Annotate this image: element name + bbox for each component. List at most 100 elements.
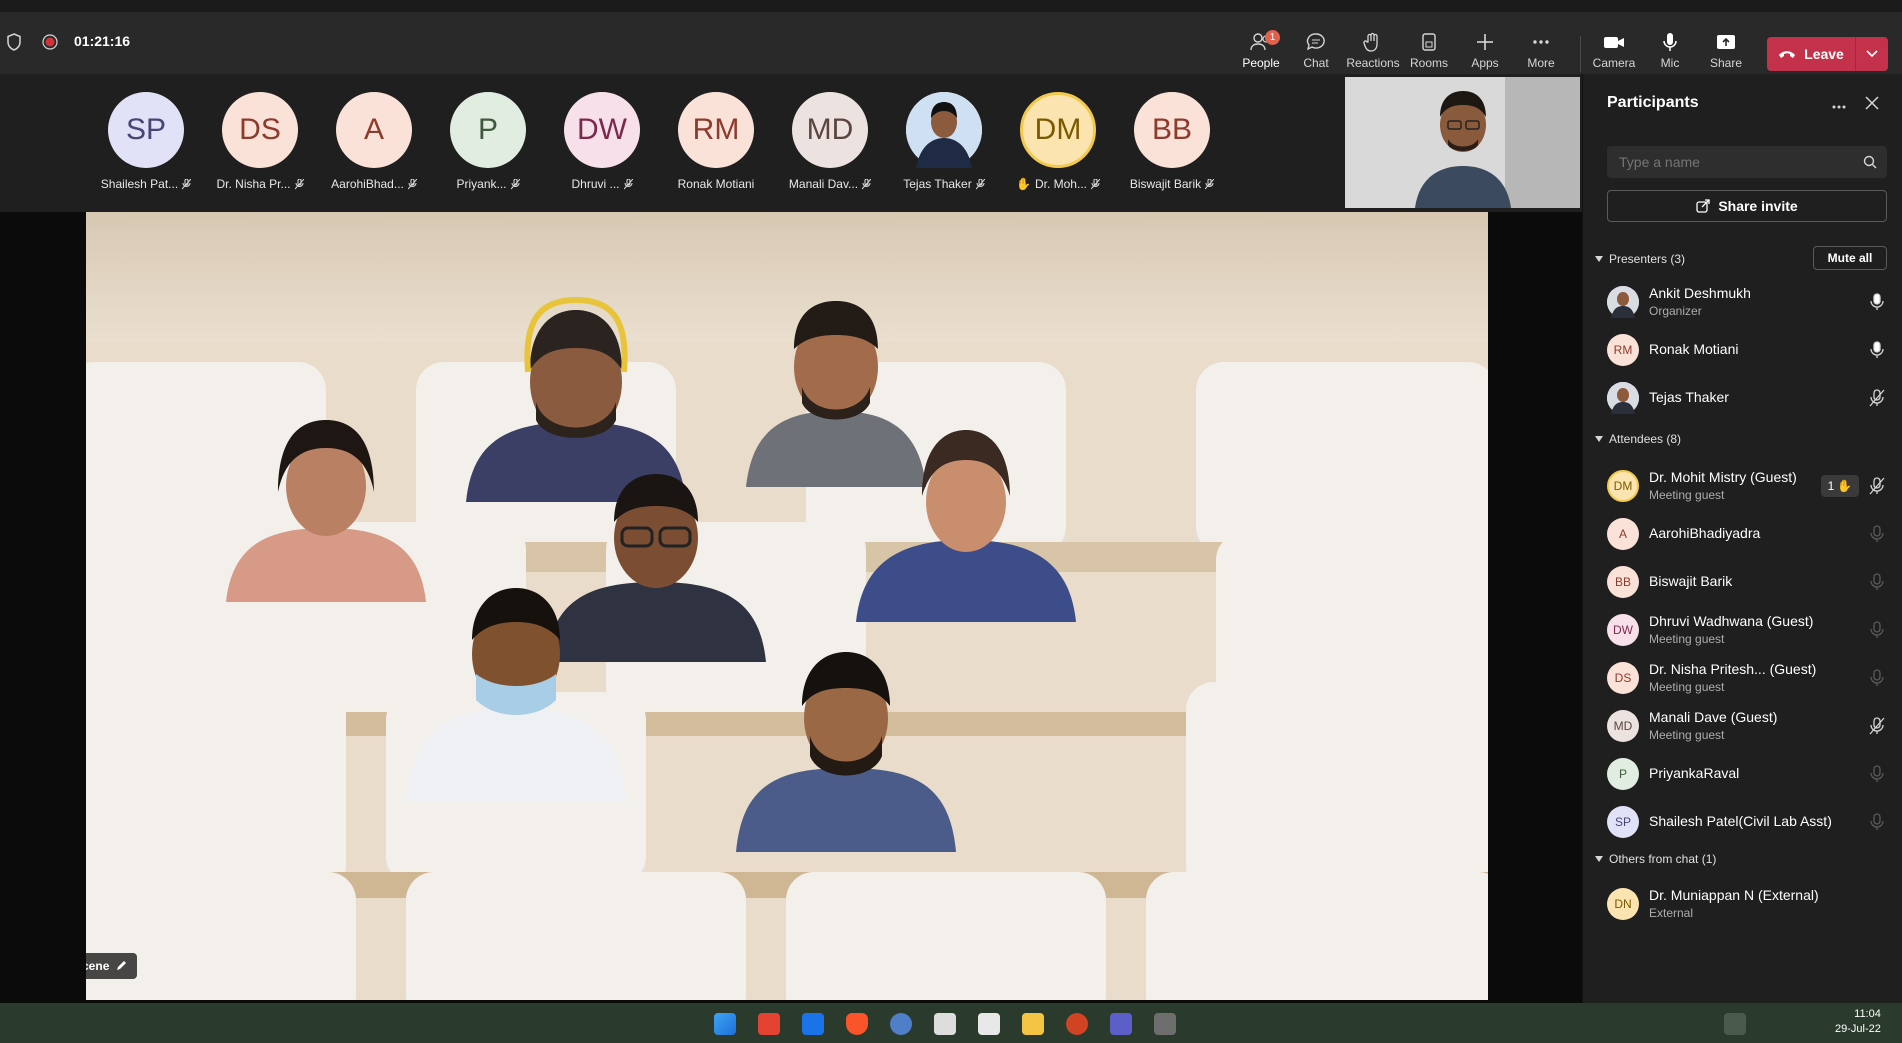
participant-name: Manali Dave (Guest) xyxy=(1649,709,1778,725)
brave-icon[interactable] xyxy=(846,1013,868,1035)
seat xyxy=(1186,682,1488,902)
app-icon[interactable] xyxy=(1154,1013,1176,1035)
avatar: RM xyxy=(678,92,754,168)
reactions-icon xyxy=(1363,32,1378,52)
search-input[interactable] xyxy=(1607,146,1887,178)
leave-label: Leave xyxy=(1804,46,1844,62)
share-invite-button[interactable]: Share invite xyxy=(1607,190,1887,222)
strip-participant-name-row: ✋ Dr. Moh... xyxy=(1003,177,1113,191)
mic-muted-icon xyxy=(510,178,520,190)
snipping-icon[interactable] xyxy=(978,1013,1000,1035)
strip-participant[interactable]: BB Biswajit Barik xyxy=(1117,92,1227,191)
participant-row[interactable]: BB Biswajit Barik xyxy=(1583,562,1902,602)
leave-main[interactable]: Leave xyxy=(1767,37,1855,71)
search-icon[interactable] xyxy=(1863,155,1877,174)
mute-all-button[interactable]: Mute all xyxy=(1813,246,1887,270)
rooms-button[interactable]: Rooms xyxy=(1397,32,1461,70)
attendees-section-toggle[interactable]: Attendees (8) xyxy=(1595,432,1681,446)
chevron-down-icon xyxy=(1595,436,1603,442)
participant-name: Dr. Mohit Mistry (Guest) xyxy=(1649,469,1797,485)
participant-row[interactable]: DW Dhruvi Wadhwana (Guest) Meeting guest xyxy=(1583,610,1902,650)
clock-time: 11:04 xyxy=(1854,1008,1881,1020)
avatar: MD xyxy=(792,92,868,168)
participant-name: Ronak Motiani xyxy=(1649,341,1739,357)
mic-muted-icon[interactable] xyxy=(1869,669,1885,687)
participant-name: Dhruvi Wadhwana (Guest) xyxy=(1649,613,1814,629)
participant-row[interactable]: Ankit Deshmukh Organizer xyxy=(1583,282,1902,322)
strip-participant[interactable]: RM Ronak Motiani xyxy=(661,92,771,191)
people-label: People xyxy=(1242,56,1280,70)
avatar: DS xyxy=(222,92,298,168)
mic-muted-icon[interactable] xyxy=(1869,389,1885,407)
camera-button[interactable]: Camera xyxy=(1582,32,1646,70)
todoist-icon[interactable] xyxy=(758,1013,780,1035)
folder-icon[interactable] xyxy=(1022,1013,1044,1035)
teams-icon[interactable] xyxy=(1110,1013,1132,1035)
close-icon[interactable] xyxy=(1865,96,1879,115)
strip-participant[interactable]: P Priyank... xyxy=(433,92,543,191)
presenters-section-toggle[interactable]: Presenters (3) xyxy=(1595,252,1685,266)
leave-button[interactable]: Leave xyxy=(1767,37,1888,71)
strip-participant[interactable]: MD Manali Dav... xyxy=(775,92,885,191)
participant-row[interactable]: P PriyankaRaval xyxy=(1583,754,1902,794)
mic-muted-icon[interactable] xyxy=(1869,573,1885,591)
participant-row[interactable]: DS Dr. Nisha Pritesh... (Guest) Meeting gu… xyxy=(1583,658,1902,698)
mic-tray-icon[interactable] xyxy=(1724,1013,1746,1035)
participant-row[interactable]: MD Manali Dave (Guest) Meeting guest xyxy=(1583,706,1902,746)
panel-more-icon[interactable] xyxy=(1831,98,1847,116)
participant-row[interactable]: DM Dr. Mohit Mistry (Guest) Meeting guest 1… xyxy=(1583,466,1902,506)
leave-options-button[interactable] xyxy=(1855,37,1888,71)
participant-row[interactable]: A AarohiBhadiyadra xyxy=(1583,514,1902,554)
mic-muted-icon[interactable] xyxy=(1869,813,1885,831)
mic-icon[interactable] xyxy=(1869,293,1885,311)
strip-participant[interactable]: SP Shailesh Pat... xyxy=(91,92,201,191)
mic-muted-icon[interactable] xyxy=(1869,765,1885,783)
chat-button[interactable]: Chat xyxy=(1284,32,1348,70)
others-section-toggle[interactable]: Others from chat (1) xyxy=(1595,852,1716,866)
change-scene-button[interactable]: Change scene xyxy=(86,953,138,979)
participant-role: Meeting guest xyxy=(1649,680,1725,694)
clock[interactable]: 11:04 29-Jul-22 xyxy=(1835,1007,1881,1037)
mic-muted-icon[interactable] xyxy=(1869,621,1885,639)
strip-participant-name: Biswajit Barik xyxy=(1129,177,1202,191)
toolbar-divider xyxy=(1580,36,1581,72)
powerpoint-icon[interactable] xyxy=(1066,1013,1088,1035)
avatar: P xyxy=(1607,758,1639,790)
reactions-button[interactable]: Reactions xyxy=(1341,32,1405,70)
strip-participant[interactable]: A AarohiBhad... xyxy=(319,92,429,191)
self-video-person xyxy=(1345,77,1580,208)
strip-participant[interactable]: Tejas Thaker xyxy=(889,92,999,191)
participant-row[interactable]: DN Dr. Muniappan N (External) External xyxy=(1583,884,1902,924)
participant-row[interactable]: Tejas Thaker xyxy=(1583,378,1902,418)
self-video-preview[interactable] xyxy=(1345,77,1580,208)
strip-participant-name-row: Dhruvi ... xyxy=(547,177,657,191)
participant-row[interactable]: RM Ronak Motiani xyxy=(1583,330,1902,370)
shield-icon xyxy=(6,33,22,56)
mic-muted-icon[interactable] xyxy=(1869,477,1885,495)
mic-button[interactable]: Mic xyxy=(1638,32,1702,70)
more-button[interactable]: More xyxy=(1509,32,1573,70)
mic-muted-icon[interactable] xyxy=(1869,717,1885,735)
start-icon[interactable] xyxy=(714,1013,736,1035)
mic-icon[interactable] xyxy=(1869,341,1885,359)
avatar: MD xyxy=(1607,710,1639,742)
presenters-label: Presenters (3) xyxy=(1609,252,1686,266)
settings-sliders-icon[interactable] xyxy=(934,1013,956,1035)
r-app-icon[interactable] xyxy=(890,1013,912,1035)
raised-hand-icon: ✋ xyxy=(1016,177,1031,191)
panel-title: Participants xyxy=(1607,94,1699,111)
strip-participant[interactable]: DS Dr. Nisha Pr... xyxy=(205,92,315,191)
people-badge: 1 xyxy=(1265,30,1280,45)
avatar: SP xyxy=(108,92,184,168)
strip-participant[interactable]: DW Dhruvi ... xyxy=(547,92,657,191)
apps-button[interactable]: Apps xyxy=(1453,32,1517,70)
share-button[interactable]: Share xyxy=(1694,32,1758,70)
calendar-icon[interactable] xyxy=(802,1013,824,1035)
mic-muted-icon[interactable] xyxy=(1869,525,1885,543)
seat xyxy=(86,682,346,902)
share-invite-label: Share invite xyxy=(1718,198,1798,214)
strip-participant-name-row: Priyank... xyxy=(433,177,543,191)
participant-row[interactable]: SP Shailesh Patel(Civil Lab Asst) xyxy=(1583,802,1902,842)
strip-participant[interactable]: DM ✋ Dr. Moh... xyxy=(1003,92,1113,191)
attendees-label: Attendees (8) xyxy=(1609,432,1682,446)
